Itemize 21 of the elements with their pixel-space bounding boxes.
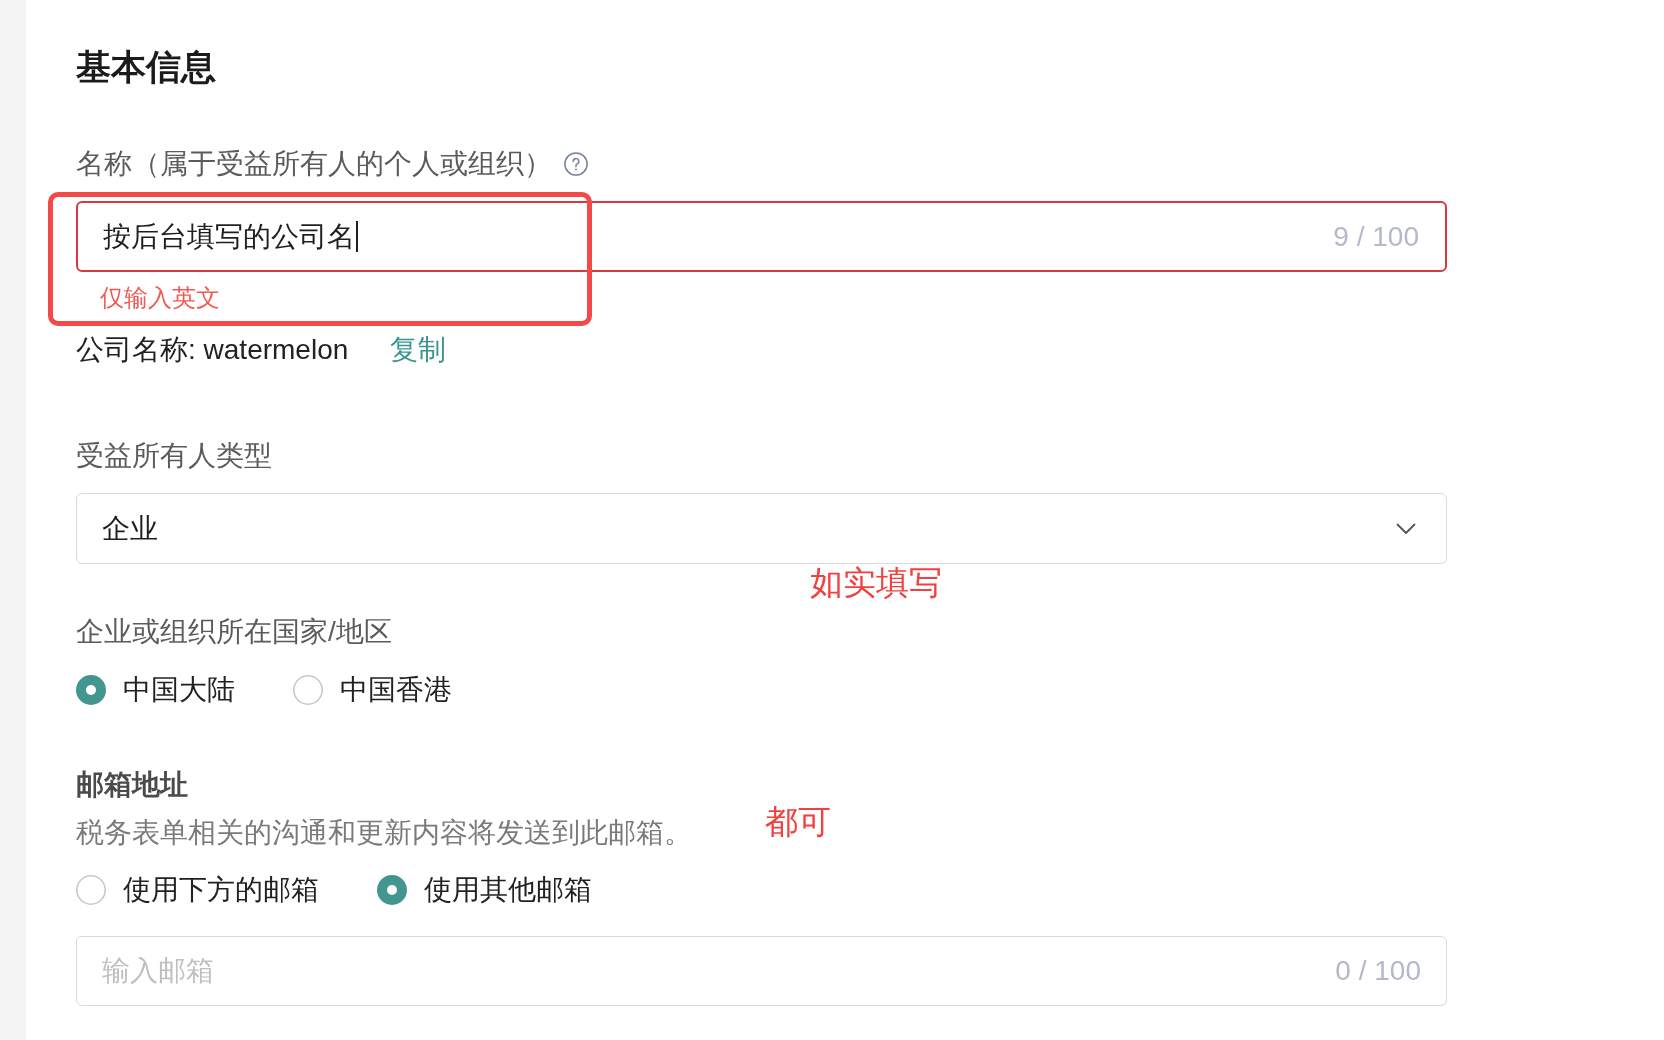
radio-option[interactable]: 中国大陆	[76, 671, 235, 709]
char-counter: 9 / 100	[1333, 219, 1419, 254]
company-name-text: 公司名称: watermelon	[76, 333, 349, 367]
copy-link[interactable]: 复制	[390, 331, 447, 369]
field-label: 邮箱地址	[76, 768, 188, 802]
field-label: 企业或组织所在国家/地区	[76, 615, 392, 649]
field-label: 名称（属于受益所有人的个人或组织）	[76, 147, 552, 181]
help-icon[interactable]	[564, 152, 588, 176]
field-description: 税务表单相关的沟通和更新内容将发送到此邮箱。	[76, 816, 692, 850]
annotation-note: 如实填写	[810, 564, 942, 601]
radio-option[interactable]: 中国香港	[293, 671, 452, 709]
owner-type-select[interactable]: 企业	[76, 493, 1447, 564]
char-counter: 0 / 100	[1335, 954, 1421, 988]
radio-option[interactable]: 使用下方的邮箱	[76, 871, 319, 909]
annotation-note: 都可	[765, 803, 831, 841]
field-label: 受益所有人类型	[76, 439, 272, 473]
radio-option[interactable]: 使用其他邮箱	[377, 871, 592, 909]
error-message: 仅输入英文	[100, 284, 220, 311]
section-title: 基本信息	[76, 46, 216, 88]
chevron-down-icon	[1396, 522, 1416, 535]
name-input[interactable]: 按后台填写的公司名 9 / 100	[76, 201, 1447, 272]
